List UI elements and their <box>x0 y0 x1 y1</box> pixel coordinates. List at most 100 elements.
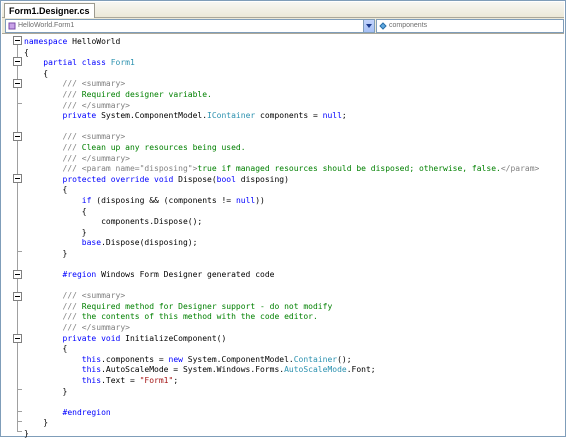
code-line[interactable]: namespace HelloWorld <box>24 37 539 48</box>
code-token: .Dispose(disposing); <box>101 238 198 248</box>
code-text[interactable]: namespace HelloWorld{ partial class Form… <box>24 37 539 440</box>
class-dropdown-value: HelloWorld.Form1 <box>18 22 75 29</box>
code-token: { <box>24 68 49 78</box>
code-token: /// <box>62 301 77 311</box>
code-token: { <box>24 206 87 216</box>
code-line[interactable]: #region Windows Form Designer generated … <box>24 270 539 281</box>
code-token: this <box>81 354 102 364</box>
code-line[interactable] <box>24 259 539 270</box>
code-line[interactable]: /// the contents of this method with the… <box>24 312 539 323</box>
code-token: disposing) <box>235 174 289 184</box>
code-token: System.ComponentModel. <box>96 111 208 121</box>
collapse-region-icon[interactable] <box>13 270 22 279</box>
code-token: null <box>322 111 342 121</box>
member-dropdown[interactable]: components <box>376 19 564 33</box>
code-line[interactable]: { <box>24 344 539 355</box>
code-token: (disposing && (components != <box>91 195 236 205</box>
code-line[interactable]: { <box>24 69 539 80</box>
code-line[interactable]: private void InitializeComponent() <box>24 334 539 345</box>
code-token: partial class <box>43 58 106 68</box>
code-token: true if managed resources should be disp… <box>197 164 501 174</box>
collapse-class-icon[interactable] <box>13 57 22 66</box>
code-token: </param> <box>500 164 540 174</box>
code-line[interactable]: partial class Form1 <box>24 58 539 69</box>
code-line[interactable] <box>24 397 539 408</box>
code-token: #region <box>62 270 97 280</box>
code-line[interactable]: if (disposing && (components != null)) <box>24 196 539 207</box>
code-line[interactable]: this.components = new System.ComponentMo… <box>24 355 539 366</box>
chevron-down-icon[interactable] <box>363 20 374 32</box>
code-token: the contents of this method with the cod… <box>76 312 318 322</box>
code-token: { <box>24 185 68 195</box>
code-line[interactable]: /// Required designer variable. <box>24 90 539 101</box>
collapse-method-icon[interactable] <box>13 334 22 343</box>
field-icon <box>379 22 387 30</box>
collapse-summary-icon[interactable] <box>13 79 22 88</box>
code-line[interactable]: /// </summary> <box>24 323 539 334</box>
code-line[interactable]: this.Text = "Form1"; <box>24 376 539 387</box>
code-token: HelloWorld <box>67 37 121 46</box>
code-line[interactable]: { <box>24 207 539 218</box>
code-token: .components = <box>101 354 169 364</box>
collapse-summary-icon[interactable] <box>13 132 22 141</box>
code-token: private void <box>62 333 121 343</box>
code-line[interactable]: } <box>24 418 539 429</box>
code-line[interactable]: { <box>24 48 539 59</box>
code-line[interactable] <box>24 281 539 292</box>
collapse-namespace-icon[interactable] <box>13 36 22 45</box>
code-line[interactable]: #endregion <box>24 408 539 419</box>
code-line[interactable]: } <box>24 249 539 260</box>
code-token: namespace <box>24 37 68 46</box>
code-token: /// <box>62 312 77 322</box>
code-token: System.ComponentModel. <box>182 354 294 364</box>
code-token: } <box>24 418 49 428</box>
collapse-method-icon[interactable] <box>13 174 22 183</box>
navigation-bar: HelloWorld.Form1 components <box>2 18 564 34</box>
class-dropdown[interactable]: HelloWorld.Form1 <box>5 19 375 33</box>
code-line[interactable]: } <box>24 228 539 239</box>
code-token: null <box>235 195 256 205</box>
code-line[interactable]: /// Required method for Designer support… <box>24 302 539 313</box>
class-icon <box>8 22 16 30</box>
code-token: Required designer variable. <box>76 89 212 99</box>
code-line[interactable]: private System.ComponentModel.IContainer… <box>24 111 539 122</box>
code-token: )) <box>255 195 265 205</box>
code-token: Clean up any resources being used. <box>76 142 246 152</box>
code-line[interactable]: /// Clean up any resources being used. <box>24 143 539 154</box>
code-line[interactable]: /// </summary> <box>24 101 539 112</box>
code-token: IContainer <box>207 111 256 121</box>
code-line[interactable]: /// <summary> <box>24 79 539 90</box>
code-line[interactable]: /// </summary> <box>24 154 539 165</box>
code-line[interactable]: /// <summary> <box>24 291 539 302</box>
code-line[interactable]: } <box>24 387 539 398</box>
code-token: .Text = <box>101 376 140 385</box>
code-line[interactable]: /// <summary> <box>24 132 539 143</box>
code-line[interactable]: components.Dispose(); <box>24 217 539 228</box>
code-token: Required method for Designer support - d… <box>76 301 333 311</box>
code-token: /// </summary> <box>62 323 130 333</box>
code-line[interactable]: this.AutoScaleMode = System.Windows.Form… <box>24 365 539 376</box>
code-line[interactable]: { <box>24 185 539 196</box>
tab-form1-designer[interactable]: Form1.Designer.cs <box>4 3 95 18</box>
code-line[interactable]: } <box>24 429 539 440</box>
code-line[interactable]: /// <param name="disposing">true if mana… <box>24 164 540 175</box>
code-line[interactable] <box>24 122 539 133</box>
code-token: Container <box>293 354 338 364</box>
collapse-summary-icon[interactable] <box>13 292 22 301</box>
code-line[interactable]: base.Dispose(disposing); <box>24 238 539 249</box>
code-editor[interactable]: namespace HelloWorld{ partial class Form… <box>2 34 564 438</box>
code-line[interactable]: protected override void Dispose(bool dis… <box>24 175 539 186</box>
